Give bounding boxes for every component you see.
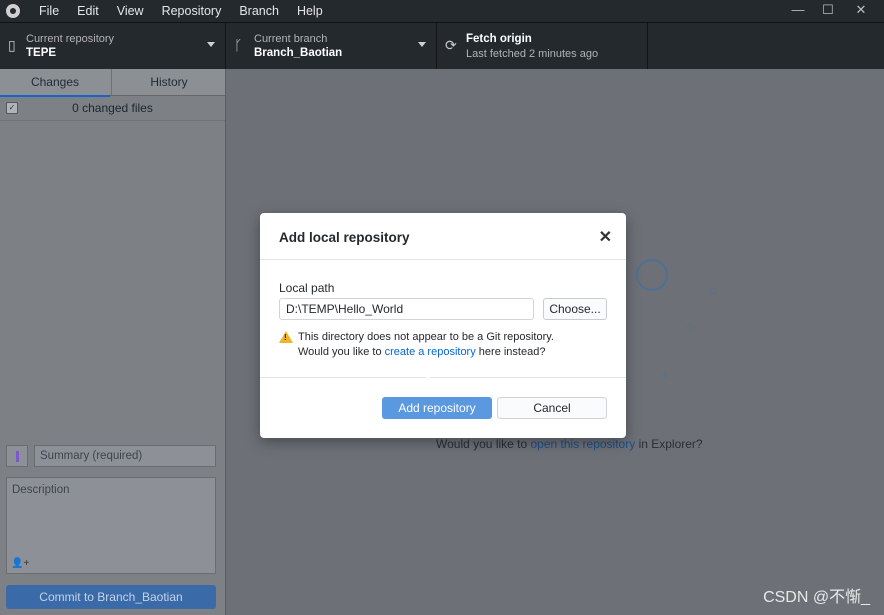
description-input[interactable]: Description 👤+ xyxy=(6,477,216,574)
menu-repository[interactable]: Repository xyxy=(153,0,231,22)
fetch-origin-button[interactable]: ⟳ Fetch origin Last fetched 2 minutes ag… xyxy=(437,23,648,69)
close-icon[interactable]: ✕ xyxy=(599,227,612,247)
menu-file[interactable]: File xyxy=(30,0,68,22)
current-repository-value: TEPE xyxy=(26,47,57,59)
menu-view[interactable]: View xyxy=(108,0,153,22)
local-path-label: Local path xyxy=(279,281,335,295)
description-placeholder: Description xyxy=(12,484,70,496)
open-repository-hint: Would you like to open this repository i… xyxy=(436,437,703,451)
current-branch-label: Current branch xyxy=(254,33,328,45)
dialog-title: Add local repository xyxy=(279,230,410,245)
toolbar: ▯ Current repository TEPE ᚴ Current bran… xyxy=(0,22,884,69)
current-branch-selector[interactable]: ᚴ Current branch Branch_Baotian xyxy=(226,23,437,69)
star-icon: · xyxy=(679,235,683,246)
summary-input[interactable]: Summary (required) xyxy=(34,445,216,467)
plus-icon: + xyxy=(661,367,669,382)
sidebar: Changes History ✓ 0 changed files Summar… xyxy=(0,69,226,615)
current-repository-label: Current repository xyxy=(26,33,115,45)
open-repository-link[interactable]: open this repository xyxy=(531,437,636,451)
window-close-button[interactable]: ✕ xyxy=(846,0,876,22)
chevron-down-icon xyxy=(418,42,426,47)
changed-files-count: 0 changed files xyxy=(72,101,153,115)
menu-edit[interactable]: Edit xyxy=(68,0,108,22)
planet-illustration-icon xyxy=(636,259,668,291)
square-icon: □ xyxy=(710,286,717,297)
warning-exclamation: ! xyxy=(284,333,287,342)
add-repository-button[interactable]: Add repository xyxy=(382,397,492,419)
add-local-repository-dialog: Add local repository ✕ Local path Choose… xyxy=(260,213,626,438)
branch-icon: ᚴ xyxy=(234,37,243,53)
github-logo-icon xyxy=(6,4,20,18)
hint-prefix: Would you like to xyxy=(436,437,531,451)
warning-line-2: Would you like to create a repository he… xyxy=(298,345,608,360)
current-branch-value: Branch_Baotian xyxy=(254,47,343,59)
warning-line-1: This directory does not appear to be a G… xyxy=(298,331,554,343)
minimize-button[interactable]: — xyxy=(783,0,813,22)
maximize-button[interactable]: ☐ xyxy=(813,0,843,22)
cancel-button[interactable]: Cancel xyxy=(497,397,607,419)
diamond-icon: ◇ xyxy=(686,322,694,333)
repository-icon: ▯ xyxy=(8,37,16,53)
changed-files-row: ✓ 0 changed files xyxy=(0,96,225,121)
warning-line-2-prefix: Would you like to xyxy=(298,346,385,358)
menu-help[interactable]: Help xyxy=(288,0,332,22)
watermark-text: CSDN @不惭_ xyxy=(763,589,870,606)
commit-button[interactable]: Commit to Branch_Baotian xyxy=(6,585,216,609)
hint-suffix: in Explorer? xyxy=(635,437,703,451)
choose-button[interactable]: Choose... xyxy=(543,298,607,320)
menu-branch[interactable]: Branch xyxy=(230,0,288,22)
refresh-icon: ⟳ xyxy=(445,37,457,53)
chevron-down-icon xyxy=(207,42,215,47)
tab-history[interactable]: History xyxy=(111,69,226,95)
last-fetched-text: Last fetched 2 minutes ago xyxy=(466,48,599,60)
create-repository-link[interactable]: create a repository xyxy=(385,346,476,358)
current-repository-selector[interactable]: ▯ Current repository TEPE xyxy=(0,23,226,69)
add-coauthor-icon[interactable]: 👤+ xyxy=(11,558,29,569)
tab-changes[interactable]: Changes xyxy=(0,69,110,97)
avatar xyxy=(6,445,28,467)
warning-message: This directory does not appear to be a G… xyxy=(298,330,608,360)
sidebar-tabs: Changes History xyxy=(0,69,226,97)
divider xyxy=(260,259,626,260)
divider xyxy=(260,377,626,378)
title-bar: File Edit View Repository Branch Help — … xyxy=(0,0,884,22)
warning-line-2-suffix: here instead? xyxy=(475,346,546,358)
local-path-input[interactable] xyxy=(279,298,534,320)
fetch-origin-label: Fetch origin xyxy=(466,33,532,45)
